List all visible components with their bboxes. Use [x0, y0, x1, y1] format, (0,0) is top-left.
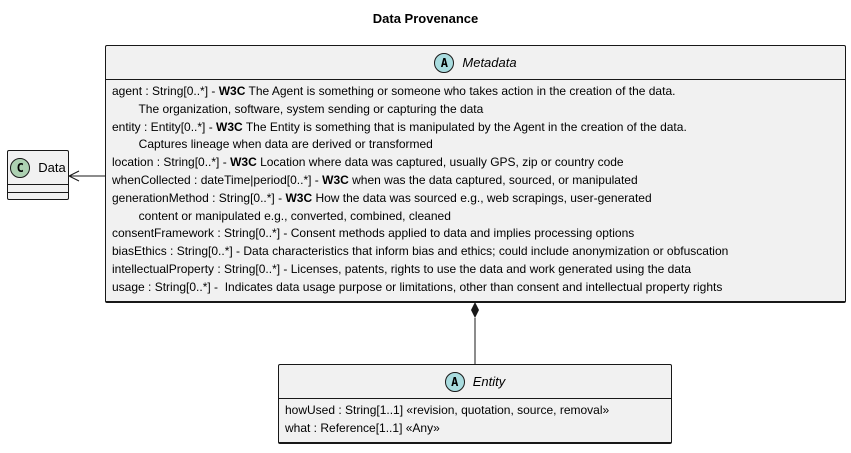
attribute-text: howUsed : String[1..1] «revision, quotat…	[285, 403, 610, 417]
attribute-text: biasEthics : String[0..*] - Data charact…	[112, 244, 729, 259]
attribute-row: intellectualProperty : String[0..*] - Li…	[112, 261, 845, 279]
abstract-a-icon: A	[444, 371, 465, 392]
class-entity-attributes: howUsed : String[1..1] «revision, quotat…	[279, 399, 671, 443]
class-entity[interactable]: A Entity howUsed : String[1..1] «revisio…	[278, 364, 672, 444]
class-metadata-attributes: agent : String[0..*] - W3C The Agent is …	[106, 80, 845, 302]
attribute-text: The organization, software, system sendi…	[112, 101, 484, 116]
attribute-text: generationMethod : String[0..*] -	[112, 190, 286, 205]
attribute-text: usage : String[0..*] - Indicates data us…	[112, 279, 723, 294]
abstract-a-icon: A	[434, 52, 455, 73]
class-entity-methods	[279, 443, 671, 451]
metadata-entity-composition	[471, 302, 479, 364]
class-data[interactable]: C Data	[7, 150, 69, 200]
w3c-tag: W3C	[285, 190, 313, 205]
attribute-row: biasEthics : String[0..*] - Data charact…	[112, 243, 845, 261]
attribute-row: howUsed : String[1..1] «revision, quotat…	[285, 402, 671, 420]
class-data-name: Data	[38, 160, 66, 175]
attribute-text: entity : Entity[0..*] -	[112, 119, 217, 134]
class-c-icon: C	[10, 157, 31, 178]
attribute-row: what : Reference[1..1] «Any»	[285, 420, 671, 438]
attribute-text: what : Reference[1..1] «Any»	[285, 420, 440, 435]
class-metadata-name: Metadata	[462, 55, 517, 70]
attribute-description: How the data was sourced e.g., web scrap…	[312, 190, 652, 205]
attribute-row: agent : String[0..*] - W3C The Agent is …	[112, 83, 845, 101]
attribute-row: whenCollected : dateTime|period[0..*] - …	[112, 172, 845, 190]
attribute-row: The organization, software, system sendi…	[112, 101, 845, 119]
attribute-row: generationMethod : String[0..*] - W3C Ho…	[112, 190, 845, 208]
class-data-attributes	[8, 185, 68, 193]
attribute-row: location : String[0..*] - W3C Location w…	[112, 154, 845, 172]
attribute-text: consentFramework : String[0..*] - Consen…	[112, 226, 635, 241]
w3c-tag: W3C	[230, 155, 257, 170]
attribute-description: The Entity is something that is manipula…	[242, 119, 687, 134]
attribute-text: content or manipulated e.g., converted, …	[112, 208, 451, 223]
class-metadata-methods	[106, 302, 845, 310]
w3c-tag: W3C	[322, 172, 349, 187]
attribute-row: Captures lineage when data are derived o…	[112, 136, 845, 154]
attribute-text: Captures lineage when data are derived o…	[112, 137, 433, 152]
attribute-text: location : String[0..*] -	[112, 155, 231, 170]
attribute-text: whenCollected : dateTime|period[0..*] -	[112, 172, 323, 187]
class-data-header: C Data	[8, 151, 68, 185]
class-data-methods	[8, 193, 68, 201]
attribute-row: consentFramework : String[0..*] - Consen…	[112, 225, 845, 243]
attribute-description: The Agent is something or someone who ta…	[245, 84, 676, 98]
w3c-tag: W3C	[218, 84, 246, 98]
class-entity-header: A Entity	[279, 365, 671, 399]
attribute-description: Location where data was captured, usuall…	[256, 155, 624, 170]
attribute-row: entity : Entity[0..*] - W3C The Entity i…	[112, 119, 845, 137]
attribute-description: when was the data captured, sourced, or …	[348, 172, 638, 187]
attribute-text: intellectualProperty : String[0..*] - Li…	[112, 261, 692, 276]
attribute-row: content or manipulated e.g., converted, …	[112, 208, 845, 226]
w3c-tag: W3C	[216, 119, 243, 134]
metadata-to-data-arrow	[67, 170, 105, 182]
class-entity-name: Entity	[472, 374, 506, 389]
class-metadata[interactable]: A Metadata agent : String[0..*] - W3C Th…	[105, 45, 846, 303]
attribute-text: agent : String[0..*] -	[112, 84, 219, 98]
attribute-row: usage : String[0..*] - Indicates data us…	[112, 279, 845, 297]
class-metadata-header: A Metadata	[106, 46, 845, 80]
